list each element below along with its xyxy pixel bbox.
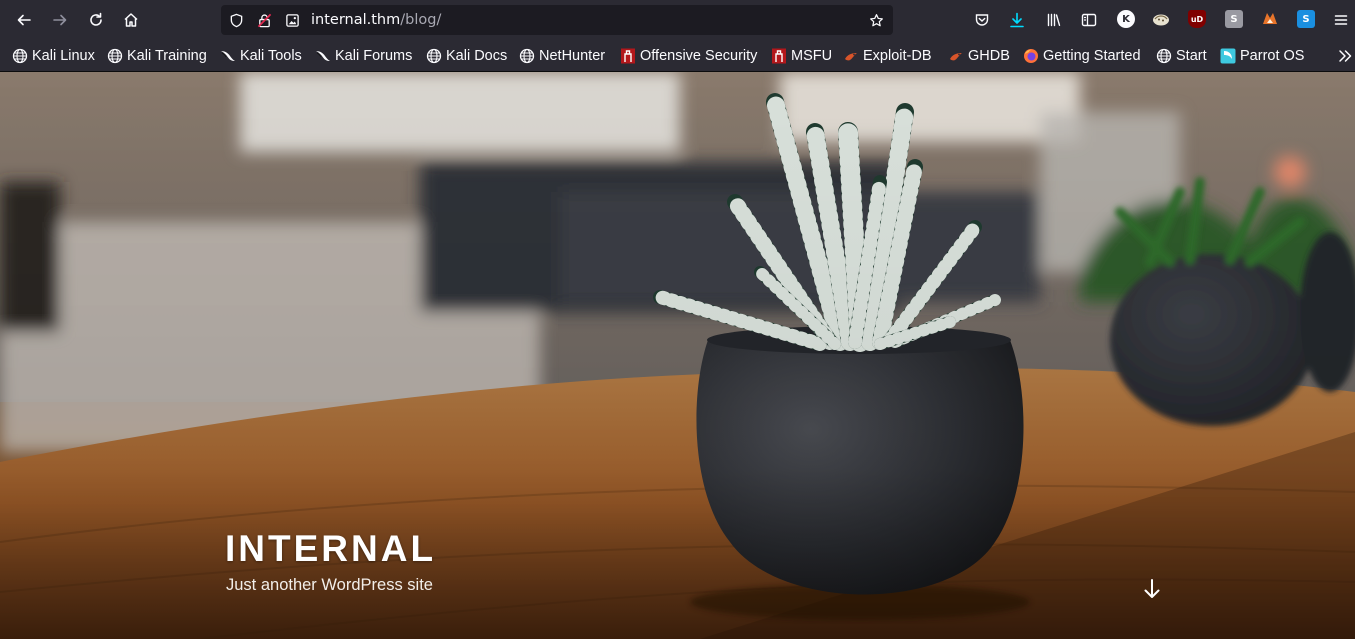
- sidebar-button[interactable]: [1075, 6, 1103, 34]
- bookmark-label: Getting Started: [1043, 48, 1141, 64]
- offsec-icon: [620, 48, 636, 64]
- bookmarks-toolbar: Kali Linux Kali Training Kali Tools Kali…: [0, 40, 1355, 72]
- extension-s-blue-icon[interactable]: S: [1297, 10, 1315, 28]
- bookmark-label: Start: [1176, 48, 1207, 64]
- library-icon: [1047, 13, 1061, 27]
- insecure-connection-lock-icon[interactable]: [256, 12, 272, 28]
- download-icon: [1010, 12, 1024, 28]
- bookmark-kali-forums[interactable]: Kali Forums: [315, 46, 412, 66]
- bookmark-label: Kali Docs: [446, 48, 508, 64]
- bookmark-label: Kali Forums: [335, 48, 413, 64]
- bookmark-msfu[interactable]: MSFU: [771, 46, 832, 66]
- extension-k-icon[interactable]: K: [1117, 10, 1135, 28]
- bookmark-label: Kali Linux: [32, 48, 95, 64]
- bookmark-getting-started[interactable]: Getting Started: [1023, 46, 1141, 66]
- arrow-left-icon: [17, 14, 31, 26]
- firefox-icon: [1023, 48, 1039, 64]
- tracking-protection-shield-icon[interactable]: [228, 12, 244, 28]
- arrow-right-icon: [53, 14, 67, 26]
- parrot-icon: [1220, 48, 1236, 64]
- bookmark-label: Kali Tools: [240, 48, 302, 64]
- bookmark-nethunter[interactable]: NetHunter: [519, 46, 605, 66]
- page-image-icon: [284, 12, 300, 28]
- bookmark-kali-training[interactable]: Kali Training: [107, 46, 207, 66]
- offsec-icon: [771, 48, 787, 64]
- chevron-double-right-icon: [1339, 50, 1352, 62]
- bookmarks-overflow-button[interactable]: [1331, 42, 1355, 70]
- url-path: /blog/: [400, 12, 442, 28]
- bookmark-ghdb[interactable]: GHDB: [948, 46, 1010, 66]
- ublock-origin-icon[interactable]: uD: [1188, 10, 1206, 28]
- home-icon: [124, 13, 138, 27]
- site-tagline: Just another WordPress site: [226, 576, 433, 594]
- pocket-button[interactable]: [968, 6, 996, 34]
- extension-fox-icon[interactable]: [1261, 10, 1279, 28]
- home-button[interactable]: [117, 6, 145, 34]
- page-viewport: INTERNAL Just another WordPress site: [0, 72, 1355, 639]
- app-menu-button[interactable]: [1327, 6, 1355, 34]
- bookmark-label: MSFU: [791, 48, 833, 64]
- globe-icon: [1156, 48, 1172, 64]
- pocket-icon: [975, 14, 989, 26]
- bookmark-kali-linux[interactable]: Kali Linux: [12, 46, 95, 66]
- url-text[interactable]: internal.thm/blog/: [311, 11, 441, 29]
- globe-icon: [426, 48, 442, 64]
- bookmark-parrot-os[interactable]: Parrot OS: [1220, 46, 1304, 66]
- forward-button[interactable]: [46, 6, 74, 34]
- bookmark-label: Parrot OS: [1240, 48, 1305, 64]
- sidebar-icon: [1081, 13, 1097, 27]
- bookmark-label: Offensive Security: [640, 48, 758, 64]
- extension-cookie-icon[interactable]: [1152, 10, 1170, 28]
- globe-icon: [519, 48, 535, 64]
- downloads-button[interactable]: [1003, 6, 1031, 34]
- star-icon[interactable]: [868, 12, 884, 28]
- globe-icon: [107, 48, 123, 64]
- exploit-db-icon: [843, 48, 859, 64]
- reload-button[interactable]: [82, 6, 110, 34]
- library-button[interactable]: [1040, 6, 1068, 34]
- kali-dragon-icon: [315, 48, 331, 64]
- navigation-toolbar: internal.thm/blog/ K uD S S: [0, 0, 1355, 40]
- site-title[interactable]: INTERNAL: [225, 528, 436, 570]
- bookmark-start[interactable]: Start: [1156, 46, 1207, 66]
- bookmark-kali-docs[interactable]: Kali Docs: [426, 46, 507, 66]
- url-bar[interactable]: internal.thm/blog/: [221, 5, 893, 35]
- bookmark-exploit-db[interactable]: Exploit-DB: [843, 46, 932, 66]
- hero-background-image: [0, 72, 1355, 639]
- extension-s-gray-icon[interactable]: S: [1225, 10, 1243, 28]
- bookmark-label: NetHunter: [539, 48, 606, 64]
- url-host: internal.thm: [311, 12, 401, 28]
- reload-icon: [90, 12, 102, 26]
- bookmark-label: Kali Training: [127, 48, 207, 64]
- back-button[interactable]: [10, 6, 38, 34]
- bookmark-label: GHDB: [968, 48, 1010, 64]
- bookmark-kali-tools[interactable]: Kali Tools: [220, 46, 302, 66]
- exploit-db-icon: [948, 48, 964, 64]
- bookmark-label: Exploit-DB: [863, 48, 932, 64]
- arrow-down-icon: [1144, 579, 1160, 598]
- hamburger-menu-icon: [1334, 15, 1348, 25]
- scroll-down-button[interactable]: [1141, 577, 1163, 601]
- kali-dragon-icon: [220, 48, 236, 64]
- globe-icon: [12, 48, 28, 64]
- bookmark-offensive-security[interactable]: Offensive Security: [620, 46, 757, 66]
